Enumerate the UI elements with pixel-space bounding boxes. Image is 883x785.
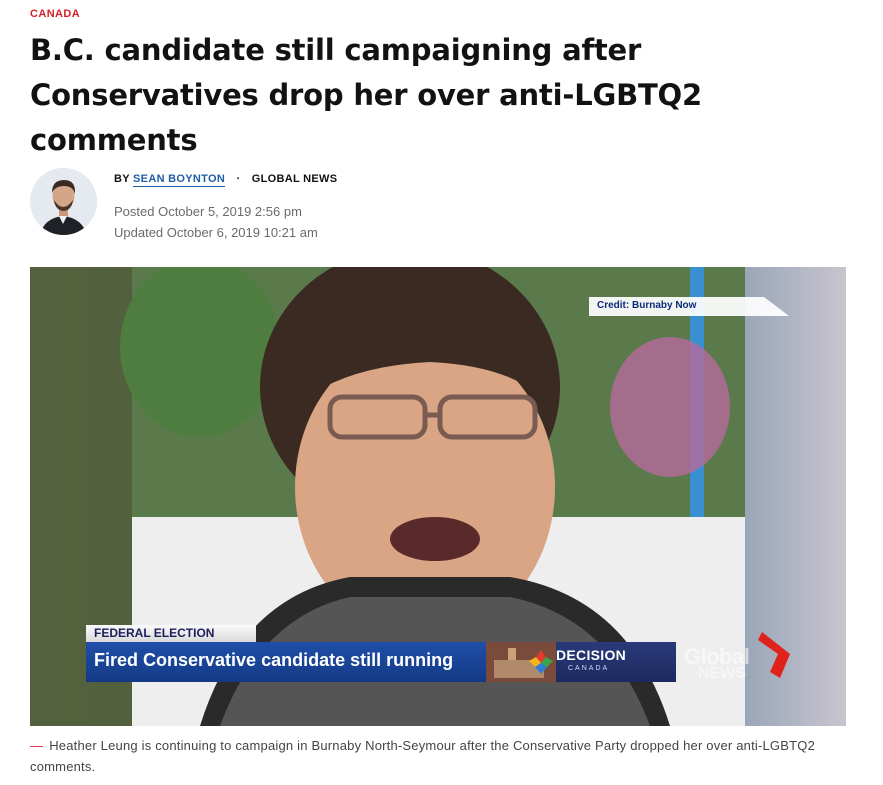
caption-dash: — <box>30 738 44 753</box>
decision-canada-brand: DECISION CANADA <box>486 642 676 682</box>
global-chevron-icon <box>758 632 790 678</box>
author-link[interactable]: SEAN BOYNTON <box>133 173 226 187</box>
caption-text: Heather Leung is continuing to campaign … <box>30 738 815 774</box>
lower-third-tag-text: FEDERAL ELECTION <box>94 626 215 640</box>
byline: BY SEAN BOYNTON · GLOBAL NEWS Posted Oct… <box>30 168 530 240</box>
video-caption: — Heather Leung is continuing to campaign… <box>30 735 850 777</box>
credit-text: Credit: Burnaby Now <box>597 300 697 311</box>
by-label: BY <box>114 173 130 185</box>
updated-date: Updated October 6, 2019 10:21 am <box>114 225 318 240</box>
decision-subtitle: CANADA <box>568 665 610 672</box>
broadcast-lower-third: FEDERAL ELECTION Fired Conservative cand… <box>86 625 746 685</box>
posted-date: Posted October 5, 2019 2:56 pm <box>114 204 302 219</box>
decision-canada-logo-icon <box>529 650 553 674</box>
article-dates: Posted October 5, 2019 2:56 pm Updated O… <box>114 201 318 243</box>
lower-third-bar: Fired Conservative candidate still runni… <box>86 642 486 682</box>
author-photo <box>30 168 97 235</box>
author-line: BY SEAN BOYNTON · GLOBAL NEWS <box>114 173 338 187</box>
lower-third-headline: Fired Conservative candidate still runni… <box>94 650 454 670</box>
byline-separator: · <box>236 173 241 185</box>
global-news-watermark: Global NEWS <box>680 632 800 692</box>
video-credit: Credit: Burnaby Now <box>589 297 789 316</box>
watermark-news: NEWS <box>698 665 746 682</box>
article-headline: B.C. candidate still campaigning after C… <box>30 33 702 157</box>
category-link[interactable]: CANADA <box>30 8 80 20</box>
author-avatar[interactable] <box>30 168 97 235</box>
lower-third-tag: FEDERAL ELECTION <box>86 625 256 642</box>
video-player[interactable]: Credit: Burnaby Now FEDERAL ELECTION Fir… <box>30 267 846 726</box>
outlet-name: GLOBAL NEWS <box>251 173 338 185</box>
decision-title: DECISION <box>556 647 627 663</box>
